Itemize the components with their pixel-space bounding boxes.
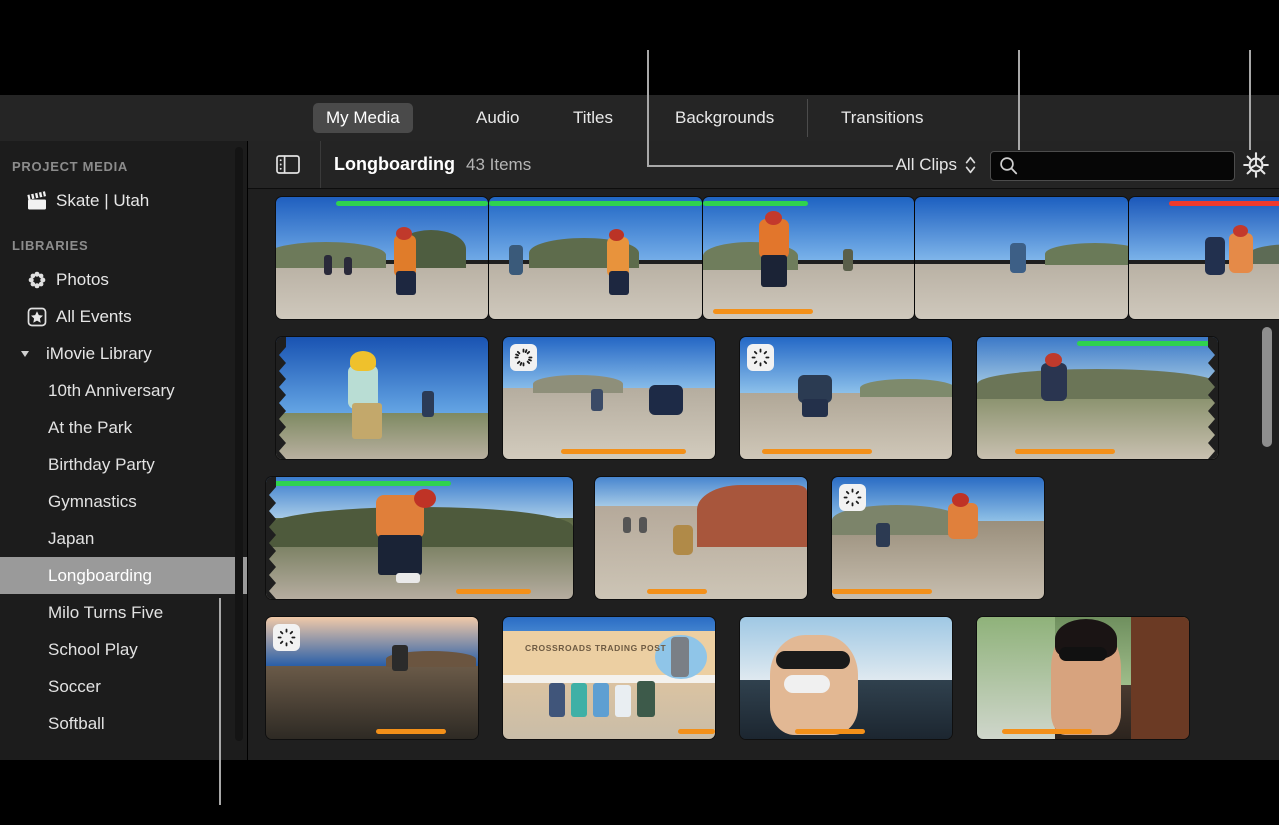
media-clip[interactable] [832,477,1044,599]
filmstrip-row[interactable] [248,197,1279,319]
media-clip[interactable] [740,617,952,739]
callout-all-clips-vertical [647,50,649,166]
browser-item-count: 43 Items [466,155,532,174]
content-scrollbar[interactable] [1262,327,1272,447]
media-clip[interactable] [276,337,488,459]
sidebar-event-japan[interactable]: Japan [0,520,247,557]
search-input[interactable] [1023,152,1227,180]
imovie-window: My Media Audio Titles Backgrounds Transi… [0,95,1279,760]
torn-edge-icon [266,477,276,599]
up-down-chevron-icon[interactable] [963,154,977,176]
media-clip[interactable]: CROSSROADS TRADING POST [503,617,715,739]
grid-row-4[interactable]: CROSSROADS TRADING POST [248,617,1279,739]
media-clip[interactable] [266,477,573,599]
analysis-spinner-icon [839,484,866,511]
sidebar-event-at-the-park[interactable]: At the Park [0,409,247,446]
media-clip[interactable] [1129,197,1279,319]
tab-separator [807,99,808,137]
tab-backgrounds[interactable]: Backgrounds [662,103,787,133]
library-sidebar[interactable]: PROJECT MEDIA Skate | Utah LIBRARIES Pho… [0,141,248,760]
media-clip[interactable] [595,477,807,599]
media-clip[interactable] [977,337,1218,459]
all-clips-filter-label[interactable]: All Clips [896,141,957,188]
sidebar-event-10th-anniversary[interactable]: 10th Anniversary [0,372,247,409]
imovie-library-label: iMovie Library [46,343,152,363]
header-divider [320,141,321,188]
media-clip[interactable] [276,197,488,319]
grid-row-3[interactable] [248,477,1279,599]
libraries-header: LIBRARIES [12,238,89,253]
project-media-header: PROJECT MEDIA [12,159,129,174]
sidebar-event-softball[interactable]: Softball [0,705,247,742]
sidebar-event-gymnastics[interactable]: Gymnastics [0,483,247,520]
media-clip[interactable] [740,337,952,459]
callout-search-field [1018,50,1020,150]
media-tab-bar: My Media Audio Titles Backgrounds Transi… [0,95,1279,142]
media-clip[interactable] [266,617,478,739]
media-clip[interactable] [915,197,1128,319]
analysis-spinner-icon [747,344,774,371]
callout-settings-gear [1249,50,1251,150]
sidebar-event-school-play[interactable]: School Play [0,631,247,668]
sidebar-event-birthday-party[interactable]: Birthday Party [0,446,247,483]
sidebar-event-soccer[interactable]: Soccer [0,668,247,705]
sidebar-item-all-events[interactable]: All Events [0,298,247,335]
torn-edge-icon [1208,337,1218,459]
sidebar-photos-label: Photos [56,269,109,289]
sidebar-event-milo-turns-five[interactable]: Milo Turns Five [0,594,247,631]
search-field[interactable] [990,151,1235,181]
star-badge-icon [24,307,50,327]
sidebar-event-longboarding[interactable]: Longboarding [0,557,247,594]
clapperboard-icon [24,190,50,211]
callout-event-list [219,598,221,805]
sign-text: CROSSROADS TRADING POST [525,643,667,653]
analysis-spinner-icon [273,624,300,651]
analysis-spinner-icon [510,344,537,371]
tab-titles[interactable]: Titles [560,103,626,133]
sidebar-item-imovie-library[interactable]: iMovie Library [0,335,247,372]
media-browser-grid[interactable]: CROSSROADS TRADING POST [248,189,1279,760]
torn-edge-icon [276,337,286,459]
callout-all-clips-horizontal [647,165,893,167]
tab-audio[interactable]: Audio [463,103,532,133]
tab-my-media[interactable]: My Media [313,103,413,133]
media-clip[interactable] [503,337,715,459]
project-label: Skate | Utah [56,190,150,210]
gear-icon[interactable] [1239,149,1273,181]
media-clip[interactable] [977,617,1189,739]
sidebar-item-photos[interactable]: Photos [0,261,247,298]
browser-title: Longboarding [334,154,455,174]
sidebar-toggle-icon[interactable] [270,150,306,178]
tab-transitions[interactable]: Transitions [828,103,937,133]
screenshot-root: My Media Audio Titles Backgrounds Transi… [0,0,1279,825]
grid-row-2[interactable] [248,337,1279,459]
sidebar-all-events-label: All Events [56,306,132,326]
disclosure-triangle-icon [10,350,36,358]
photos-flower-icon [24,270,50,290]
search-magnifier-icon [999,156,1018,180]
sidebar-scrollbar[interactable] [235,147,243,741]
sidebar-item-project[interactable]: Skate | Utah [0,182,247,219]
media-clip[interactable] [703,197,914,319]
media-clip[interactable] [489,197,702,319]
